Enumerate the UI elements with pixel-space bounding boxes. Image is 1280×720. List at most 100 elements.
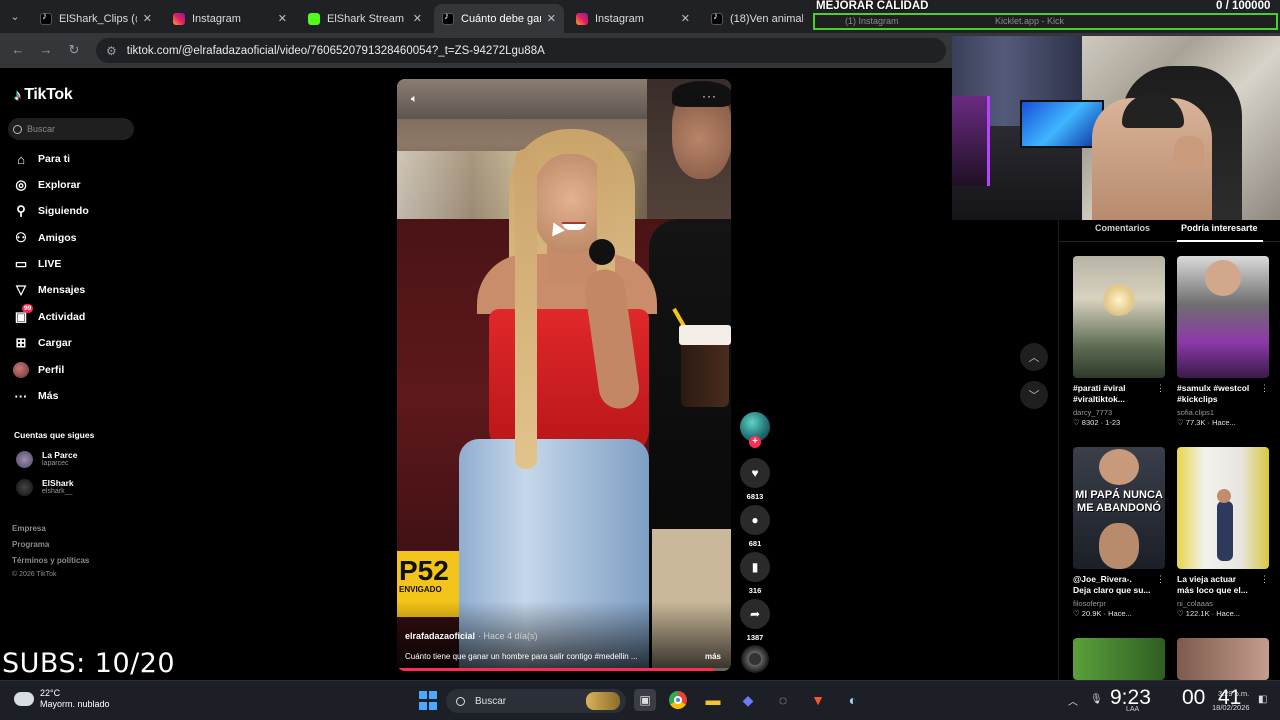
nav-item-actividad[interactable]: ▣ 99 Actividad [12, 304, 85, 328]
kick-icon [308, 12, 320, 25]
browser-tab[interactable]: Instagram ✕ [165, 4, 295, 33]
notifications-icon[interactable]: ◧ [1258, 694, 1267, 705]
chevron-down-icon[interactable]: ﹀ [1020, 381, 1048, 409]
footer-link[interactable]: Términos y políticas [12, 556, 89, 565]
video-progress-bar[interactable] [397, 668, 731, 671]
browser-tab[interactable]: Instagram ✕ [568, 4, 698, 33]
video-card[interactable]: MI PAPÁ NUNCA ME ABANDONÓ @Joe_Rivera-. … [1073, 447, 1165, 619]
video-card[interactable]: La vieja actuar más loco que el... ni_co… [1177, 447, 1269, 619]
windows-start-icon[interactable] [418, 689, 438, 711]
video-thumbnail[interactable] [1177, 638, 1269, 680]
task-view-icon[interactable]: ▣ [634, 689, 656, 711]
video-thumbnail[interactable] [1073, 256, 1165, 378]
nav-item-live[interactable]: ▭ LIVE [12, 253, 62, 275]
reload-icon[interactable]: ↻ [65, 41, 83, 59]
close-tab-icon[interactable]: ✕ [278, 12, 287, 25]
follow-plus-icon[interactable]: + [749, 436, 761, 448]
video-card[interactable] [1073, 638, 1165, 680]
browser-tab[interactable]: ElShark Stream - K ✕ [300, 4, 430, 33]
close-tab-icon[interactable]: ✕ [143, 12, 152, 25]
nav-item-explorar[interactable]: ◎ Explorar [12, 174, 80, 196]
card-title: #parati #viral [1073, 383, 1126, 393]
nav-label: Siguiendo [38, 205, 89, 217]
card-author: sofia.clips1 [1177, 408, 1215, 417]
chevron-up-icon[interactable]: ︿ [1020, 343, 1048, 371]
card-title: @Joe_Rivera-. [1073, 574, 1132, 584]
nav-item-siguiendo[interactable]: ⚲ Siguiendo [12, 200, 89, 222]
nav-item-amigos[interactable]: ⚇ Amigos [12, 227, 77, 249]
browser-tab[interactable]: (18)Ven animalito [703, 4, 811, 33]
nav-item-para-ti[interactable]: ⌂ Para ti [12, 148, 70, 170]
close-tab-icon[interactable]: ✕ [547, 12, 556, 25]
video-card[interactable] [1177, 638, 1269, 680]
tiktok-icon [711, 11, 723, 25]
share-action[interactable]: ➦ 1387 [739, 599, 771, 642]
like-action[interactable]: ♥ 6813 [739, 458, 771, 501]
video-thumbnail[interactable] [1073, 638, 1165, 680]
nav-label: Amigos [38, 232, 77, 244]
video-card[interactable]: #samulx #westcol #kickclips sofia.clips1… [1177, 256, 1269, 428]
tab-title: ElShark_Clips (@ [59, 12, 137, 25]
following-account[interactable]: ElShark elshark__ [16, 478, 74, 496]
microphone-icon[interactable]: 🎙︎ [1090, 694, 1103, 705]
comment-icon[interactable]: ● [740, 505, 770, 535]
share-icon[interactable]: ➦ [740, 599, 770, 629]
video-thumbnail[interactable]: MI PAPÁ NUNCA ME ABANDONÓ [1073, 447, 1165, 569]
weather-widget[interactable]: 22°C Mayorm. nublado [10, 687, 110, 710]
forward-icon[interactable]: → [37, 41, 55, 59]
video-thumbnail[interactable] [1177, 256, 1269, 378]
back-icon[interactable]: ← [9, 41, 27, 59]
comment-count: 681 [748, 539, 762, 548]
author-name[interactable]: elrafadazaoficial [405, 631, 475, 641]
footer-link[interactable]: Empresa [12, 524, 46, 533]
browser-tab-active[interactable]: Cuánto debe gan ✕ [434, 4, 564, 33]
app-icon[interactable]: ◆ [737, 689, 759, 711]
video-thumbnail[interactable] [1177, 447, 1269, 569]
language-indicator[interactable]: LAA [1126, 706, 1139, 713]
save-action[interactable]: ▮ 316 [739, 552, 771, 595]
chevron-up-icon[interactable]: ︿ [1068, 693, 1078, 708]
address-bar[interactable]: ⚙ tiktok.com/@elrafadazaoficial/video/76… [96, 38, 946, 63]
tab-comentarios[interactable]: Comentarios [1095, 223, 1150, 233]
file-explorer-icon[interactable]: ▬ [702, 689, 724, 711]
following-account[interactable]: La Parce laparcec [16, 450, 77, 468]
footer-link[interactable]: Programa [12, 540, 49, 549]
taskbar-search[interactable]: Buscar [446, 689, 626, 713]
video-card[interactable]: #parati #viral #viraltiktok... darcy_777… [1073, 256, 1165, 428]
card-more-icon[interactable]: ⋮ [1156, 383, 1165, 394]
system-time[interactable]: 3:29 p.m. [1218, 689, 1249, 698]
nav-item-cargar[interactable]: ⊞ Cargar [12, 332, 72, 354]
browser-tab[interactable]: ElShark_Clips (@ ✕ [32, 4, 160, 33]
tab-podria-interesarte[interactable]: Podría interesarte [1181, 223, 1258, 233]
close-tab-icon[interactable]: ✕ [681, 12, 690, 25]
nav-item-mas[interactable]: ··· Más [12, 385, 59, 407]
app-icon[interactable]: ◌ [772, 689, 794, 711]
volume-icon[interactable]: 🔈︎ [411, 93, 418, 106]
video-author[interactable]: elrafadazaoficial · Hace 4 día(s) [405, 631, 538, 641]
site-info-icon[interactable]: ⚙ [106, 44, 117, 58]
card-more-icon[interactable]: ⋮ [1260, 383, 1269, 394]
brave-icon[interactable]: ▼ [807, 689, 829, 711]
tab-title: Instagram [192, 12, 241, 25]
nav-item-perfil[interactable]: Perfil [12, 359, 64, 381]
nav-item-mensajes[interactable]: ▽ Mensajes [12, 279, 85, 301]
card-title: #viraltiktok... [1073, 394, 1125, 404]
comment-action[interactable]: ● 681 [739, 505, 771, 548]
more-options-icon[interactable]: ··· [702, 89, 717, 103]
heart-icon[interactable]: ♥ [740, 458, 770, 488]
card-more-icon[interactable]: ⋮ [1260, 574, 1269, 585]
steam-icon[interactable]: ◐ [842, 689, 864, 711]
music-disc-icon[interactable] [741, 645, 769, 673]
close-tab-icon[interactable]: ✕ [413, 12, 422, 25]
card-more-icon[interactable]: ⋮ [1156, 574, 1165, 585]
search-input[interactable]: Buscar [8, 118, 134, 140]
tab-search-icon[interactable]: ⌄ [6, 8, 24, 26]
chrome-icon[interactable] [667, 689, 689, 711]
home-icon: ⌂ [17, 151, 25, 167]
search-icon [456, 696, 465, 706]
video-player[interactable]: P52 ENVIGADO 🔈︎ ··· elrafadazaoficial · H… [397, 79, 731, 671]
caption-more-button[interactable]: más [705, 652, 721, 661]
system-date[interactable]: 18/02/2026 [1212, 703, 1250, 712]
tiktok-logo[interactable]: ♪ TikTok [14, 86, 73, 104]
bookmark-icon[interactable]: ▮ [740, 552, 770, 582]
